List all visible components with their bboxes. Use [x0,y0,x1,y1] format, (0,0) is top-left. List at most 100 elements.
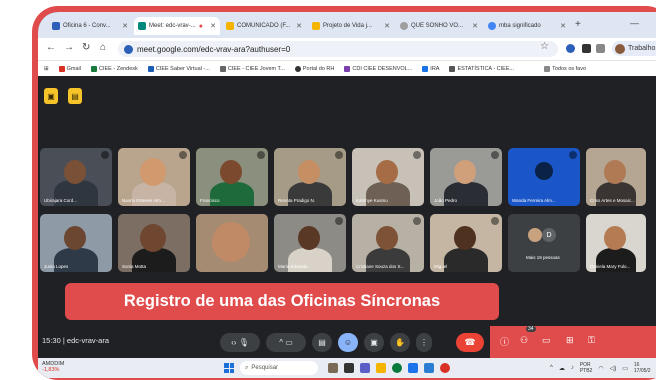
sidebar-icon[interactable] [596,44,605,53]
new-tab-icon[interactable]: + [575,19,581,30]
forward-icon[interactable]: → [64,42,74,53]
clock-date: 17/05/2 [633,368,651,374]
close-icon[interactable]: ✕ [122,22,128,30]
url-field[interactable]: meet.google.com/edc-vrav-ara?authuser=0 [118,41,558,57]
participant-tile[interactable]: Criss Artes e Mosaic... [586,148,646,206]
url-text: meet.google.com/edc-vrav-ara?authuser=0 [137,44,291,54]
more-options-button[interactable]: ⋮ [416,333,432,352]
participant-name: Ubirajara Cord... [44,198,78,203]
tab-mba[interactable]: mba significado ✕ [484,17,570,35]
captions-button[interactable]: ▤ [312,333,332,352]
bookmark-star-icon[interactable]: ☆ [540,41,549,52]
mic-button[interactable]: ‹› 🎙 [220,333,260,352]
participant-name: Francisco [200,198,220,203]
more-participants-tile[interactable]: D Mais 19 pessoas [508,214,580,272]
person-figure [604,226,626,250]
bookmark-cdi[interactable]: CDI CIEE DESENVOL... [344,65,412,72]
close-icon[interactable]: ✕ [472,22,478,30]
home-icon[interactable]: ⌂ [100,42,106,53]
activities-badge-icon[interactable]: ▤ [68,88,82,104]
participant-name: Daniela Mary Fulo... [590,264,631,269]
activities-icon[interactable]: ⊞ [566,335,574,346]
wifi-icon[interactable]: ◠ [598,365,603,372]
bookmark-label: ESTATÍSTICA - CIEE... [457,65,515,72]
participant-name: Katrinye Kusmu [356,198,388,203]
apps-icon[interactable]: ⊞ [44,66,49,72]
person-figure [454,226,476,250]
keyboard-code: PTB2 [579,368,593,374]
taskbar-search[interactable]: ⌕ Pesquisar [240,361,318,375]
participant-tile[interactable]: Francisco [196,148,268,206]
participant-tile[interactable]: Ubirajara Cord... [40,148,112,206]
close-icon[interactable]: ✕ [296,22,302,30]
participant-tile[interactable]: Maria Eduarda [274,214,346,272]
end-call-button[interactable]: ☎ [456,333,484,352]
reload-icon[interactable]: ↻ [82,42,90,53]
person-figure [298,160,320,184]
speaker-icon[interactable]: ♪ [571,365,574,371]
bookmark-zendesk[interactable]: CIEE - Zendesk [90,65,138,72]
person-figure [444,248,488,272]
participant-name: Wanda Ferreira Alm... [512,198,556,203]
emoji-button[interactable]: ☺ [338,333,358,352]
bookmark-gmail[interactable]: Gmail [58,65,81,72]
mic-off-icon [413,151,421,159]
camera-icon: ▭ [285,338,293,347]
search-placeholder: Pesquisar [251,365,279,371]
participant-tile[interactable]: Miguel [430,214,502,272]
clock[interactable]: 16 17/05/2 [634,362,651,374]
raise-hand-button[interactable]: ✋ [390,333,410,352]
participant-tile[interactable]: Wanda Ferreira Alm... [508,148,580,206]
hand-icon: ✋ [395,338,405,347]
mic-off-icon [413,217,421,225]
minimize-icon[interactable]: — [630,18,639,28]
extension-icon[interactable] [582,44,591,53]
profile-button[interactable]: Trabalho [612,41,656,56]
camera-button[interactable]: ^ ▭ [266,333,306,352]
participant-tile[interactable]: Sonia Motta [118,214,190,272]
participant-tile[interactable]: João Pedro [430,148,502,206]
participant-tile[interactable]: Renata Pradigo N. [274,148,346,206]
participant-tile[interactable] [196,214,268,272]
bookmark-saber-virtual[interactable]: CIEE Saber Virtual -... [147,65,210,72]
participant-tile[interactable]: Junia Lopes [40,214,112,272]
close-icon[interactable]: ✕ [384,22,390,30]
tab-projeto[interactable]: Projeto de Vida j... ✕ [308,17,394,35]
info-icon[interactable]: ⓘ [500,335,509,348]
bookmark-all[interactable]: Todos os favo [544,65,586,72]
extension-icon[interactable] [566,44,575,53]
chevron-up-icon[interactable]: ^ [550,365,553,371]
close-icon[interactable]: ✕ [210,22,216,30]
stock-widget[interactable]: AMDDIM -1,83% [42,361,64,373]
bookmark-estatistica[interactable]: ESTATÍSTICA - CIEE... [449,65,515,72]
cloud-icon[interactable]: ☁ [559,365,565,372]
participant-name: João Pedro [434,198,458,203]
bookmark-label: IRA [430,65,440,72]
site-info-icon[interactable] [124,44,133,54]
bookmark-ira[interactable]: IRA [422,65,440,72]
browser-window: Oficina 6 - Conv... ✕ Meet: edc-vrav-...… [38,12,656,378]
tab-label: mba significado [499,23,541,29]
tab-comunicado[interactable]: COMUNICADO (F... ✕ [222,17,306,35]
bookmark-ciee-jovem[interactable]: CIEE - CIEE Jovem T... [219,65,285,72]
participant-tile[interactable]: Katrinye Kusmu [352,148,424,206]
volume-icon[interactable]: ◁) [610,365,617,372]
language-indicator[interactable]: POR PTB2 [580,362,593,374]
participant-tile[interactable]: Naomi Esteves Alm... [118,148,190,206]
lock-icon[interactable]: ⚿ [588,335,595,346]
recording-badge-icon[interactable]: ▣ [44,88,58,104]
back-icon[interactable]: ← [46,42,56,53]
mic-off-icon [179,151,187,159]
tab-meet[interactable]: Meet: edc-vrav-... ● ✕ [134,17,220,35]
tab-oficina[interactable]: Oficina 6 - Conv... ✕ [48,17,132,35]
present-button[interactable]: ▣ [364,333,384,352]
battery-icon[interactable]: ▭ [622,365,628,372]
close-icon[interactable]: ✕ [560,22,566,30]
participant-tile[interactable]: Daniela Mary Fulo... [586,214,646,272]
participant-tile[interactable]: Cristiane Souza dos S... [352,214,424,272]
people-icon[interactable]: ⚇ [520,335,528,346]
avatar [528,228,542,242]
chat-icon[interactable]: ▭ [542,335,551,346]
tab-sonho[interactable]: QUE SONHO VO... ✕ [396,17,482,35]
bookmark-portal-rh[interactable]: Portal do RH [294,65,334,72]
